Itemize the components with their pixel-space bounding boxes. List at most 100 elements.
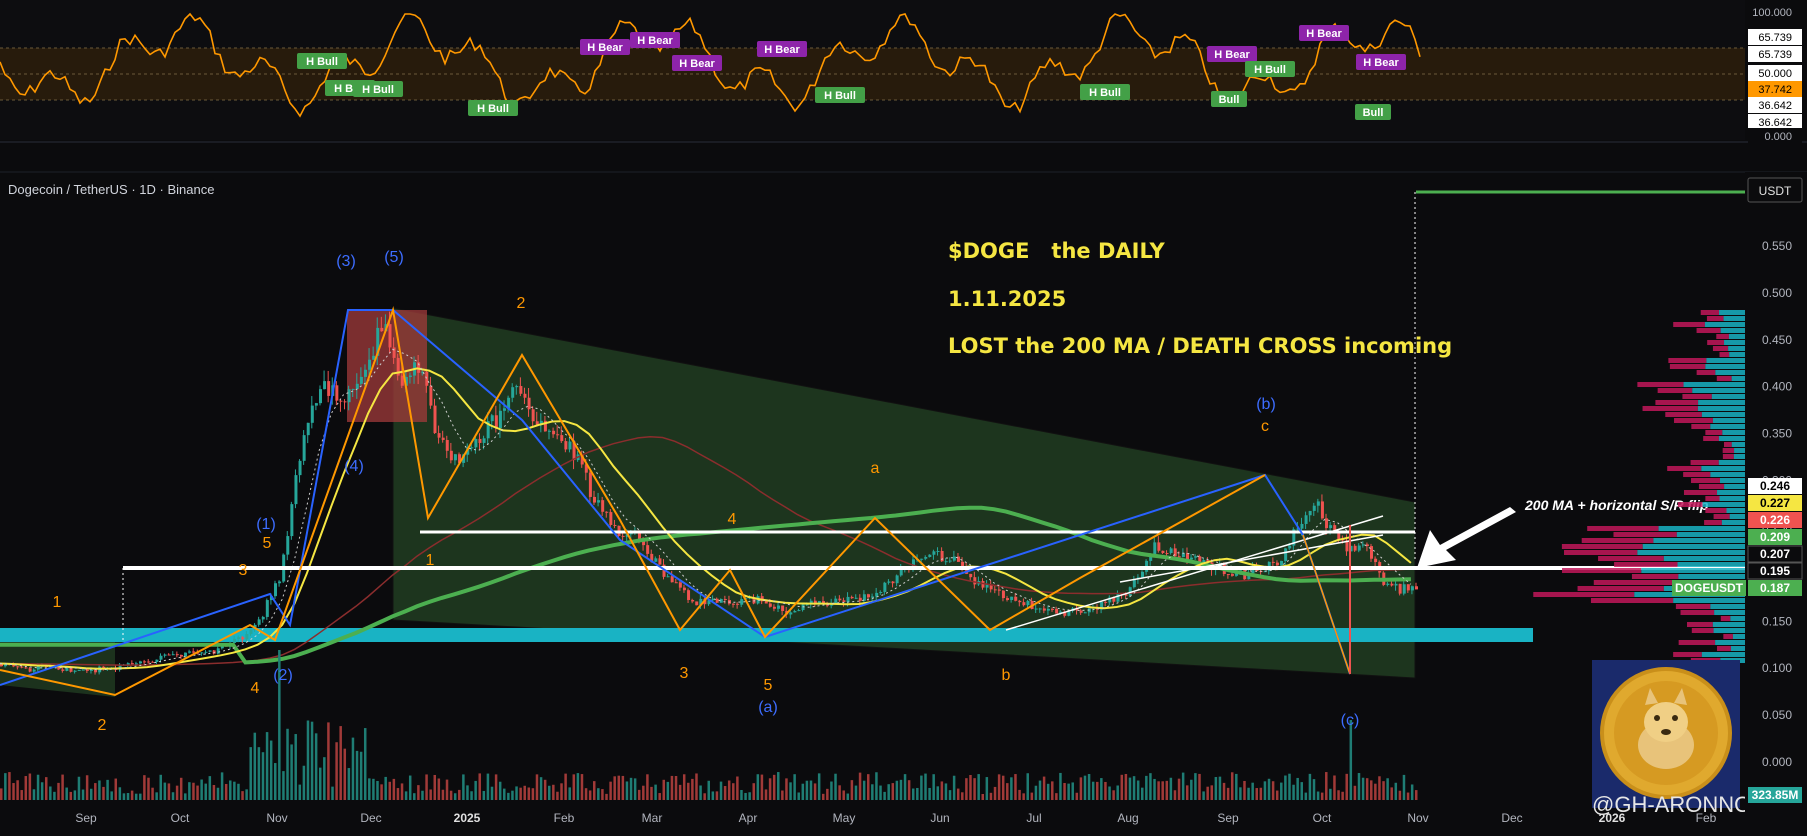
candle-body (339, 400, 343, 402)
rsi-level-tag: 37.742 (1748, 81, 1802, 97)
volume-bar (1308, 773, 1312, 800)
volume-bar (470, 791, 473, 800)
rsi-tag-label: H Bear (1214, 49, 1250, 61)
volume-profile-bar (1715, 370, 1745, 375)
volume-profile-bar (1728, 334, 1745, 339)
volume-bar (866, 774, 870, 800)
time-axis[interactable]: Sep Oct Nov Dec 2025 Feb Mar Apr May Jun Jul Aug Sep… (75, 811, 1716, 825)
volume-profile-bar (1712, 346, 1729, 351)
volume-bar (376, 780, 379, 800)
volume-bar (1239, 787, 1242, 800)
price-pane[interactable]: Dogecoin / TetherUS · 1D · Binance $DOGE… (0, 182, 1751, 817)
volume-profile-bar (1700, 310, 1720, 315)
volume-bar (560, 783, 563, 800)
volume-bar (920, 775, 923, 800)
volume-bar (1173, 790, 1177, 800)
volume-bar (572, 774, 576, 800)
rsi-bear-tag: H Bear (1299, 25, 1349, 41)
volume-bar (229, 780, 232, 800)
candle-body (691, 599, 695, 602)
volume-bar (965, 778, 968, 800)
volume-profile-bar (1720, 616, 1731, 621)
volume-bar (212, 785, 216, 800)
rsi-axis: 100.000 65.739 65.739 50.000 37.742 36.642 36.… (1748, 4, 1802, 144)
wave-label: (b) (1256, 396, 1276, 413)
candle-body (233, 638, 237, 643)
volume-profile-bar (1730, 646, 1745, 651)
candle-body (944, 561, 948, 563)
volume-bar (1329, 788, 1332, 800)
volume-bar (772, 774, 776, 800)
volume-bar (588, 790, 592, 800)
candle-body (314, 403, 318, 406)
volume-profile-bar (1712, 418, 1745, 423)
volume-bar (969, 774, 972, 800)
candle-body (24, 667, 28, 669)
volume-bar (462, 774, 465, 800)
candle-body (1194, 556, 1198, 558)
volume-bar (924, 773, 927, 800)
candle-body (592, 496, 596, 503)
volume-bar (952, 775, 956, 800)
rsi-bull-tag: H Bull (1080, 84, 1130, 100)
candle-body (278, 581, 282, 584)
volume-bar (862, 780, 866, 800)
volume-bar (887, 784, 890, 800)
candle-body (564, 441, 568, 450)
volume-bar (433, 774, 436, 800)
volume-bar (940, 781, 944, 800)
volume-bar (1153, 778, 1156, 800)
volume-bar (871, 784, 874, 800)
candle-body (866, 594, 870, 598)
volume-bar (707, 780, 710, 800)
candle-body (478, 438, 482, 443)
rsi-tag-label: Bull (1363, 107, 1384, 119)
volume-bar (785, 778, 788, 800)
volume-profile (1533, 310, 1745, 663)
volume-bar (1374, 783, 1377, 800)
rsi-tag-label: H Bull (306, 56, 338, 68)
volume-profile-bar (1642, 406, 1698, 411)
candle-body (875, 592, 879, 597)
volume-bar (1055, 793, 1058, 800)
candle-body (858, 597, 862, 601)
price-tick-label: 0.450 (1762, 333, 1792, 347)
volume-profile-bar (1691, 424, 1711, 429)
candle-body (61, 669, 65, 671)
volume-bar (302, 765, 306, 800)
volume-bar (171, 792, 175, 800)
candle-body (1104, 601, 1108, 603)
candle-body (523, 393, 527, 398)
candle-body (490, 415, 494, 422)
candle-body (609, 512, 613, 525)
candle-body (32, 669, 36, 672)
price-tag-label: 0.209 (1760, 530, 1790, 544)
candle-body (1308, 510, 1312, 516)
volume-bar (556, 791, 559, 800)
candle-body (216, 648, 220, 654)
volume-bar (4, 773, 7, 800)
volume-bar (1259, 787, 1263, 800)
candle-body (503, 408, 507, 411)
candle-body (842, 600, 846, 602)
volume-bar (1165, 780, 1169, 800)
rsi-tag-label: H Bear (679, 58, 715, 70)
rsi-tag-label: H Bull (1254, 64, 1286, 76)
price-tag: 0.195 (1747, 562, 1803, 580)
rsi-panel[interactable]: H Bull H Bull H Bull H Bull H Bear H Bear H Be… (0, 0, 1745, 140)
candle-body (887, 581, 891, 583)
volume-bar (670, 775, 674, 800)
wave-label: 2 (98, 717, 107, 734)
candle-body (1398, 583, 1402, 594)
candle-body (1140, 571, 1144, 578)
volume-bar (445, 779, 449, 800)
volume-bar (531, 788, 535, 800)
volume-profile-bar (1641, 568, 1745, 573)
volume-bar (331, 786, 334, 800)
candle-body (1410, 586, 1414, 591)
volume-bar (813, 783, 817, 800)
volume-bar (1128, 777, 1132, 800)
candle-body (175, 654, 179, 656)
candle-body (77, 669, 81, 671)
candle-body (695, 601, 699, 606)
